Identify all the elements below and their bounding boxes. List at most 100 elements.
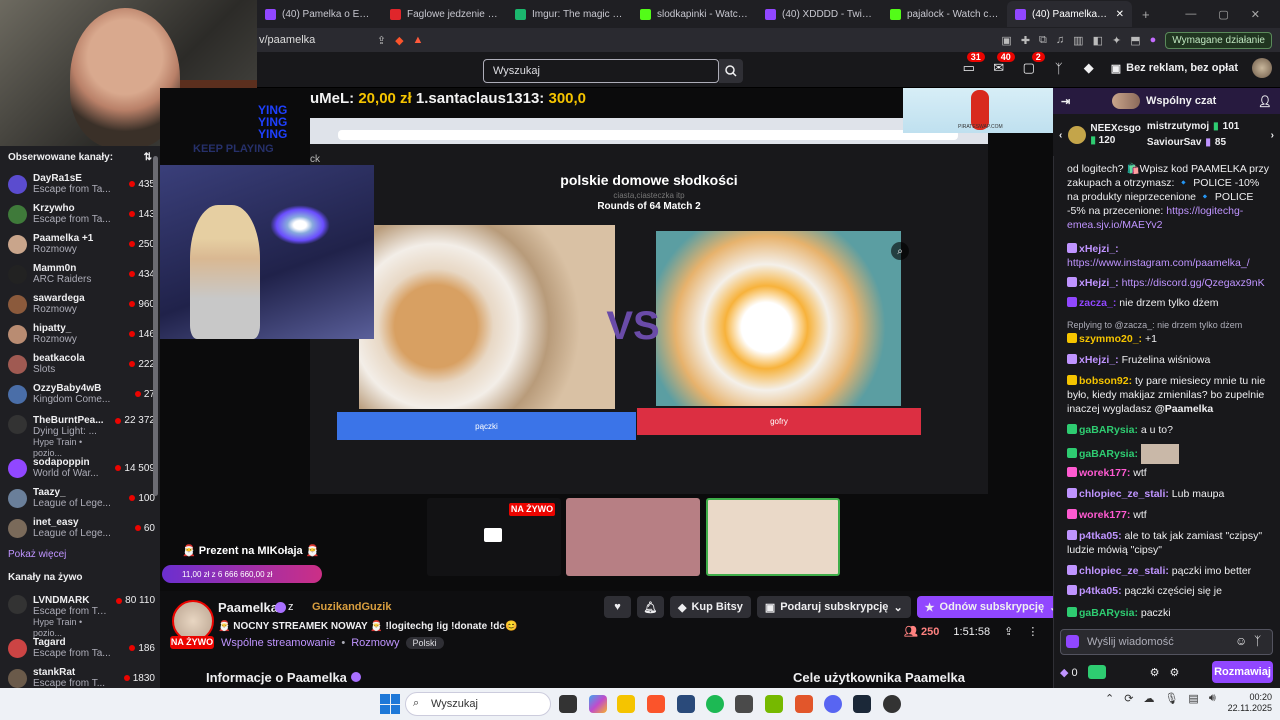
copilot-icon[interactable]: [589, 695, 607, 713]
tray-app-icon[interactable]: ⟳: [1124, 692, 1133, 705]
address-bar[interactable]: v/paamelka ⇪ ◆ ▲ ▣ ✚ ⧉ ♫ ▥ ◧ ✦ ⬒ ● Wymag…: [257, 28, 1280, 52]
collapse-chat-icon[interactable]: ⇥: [1061, 95, 1070, 108]
sidebar-channel-item[interactable]: hipatty_ Rozmowy 146: [0, 319, 160, 349]
inbox-icon[interactable]: ✉ 40: [991, 52, 1015, 76]
chevron-left-icon[interactable]: ‹: [1059, 130, 1062, 141]
search-input[interactable]: Wyszukaj: [483, 59, 719, 83]
brave-shield-icon[interactable]: ◆: [395, 34, 403, 47]
taskbar-search-input[interactable]: Wyszukaj: [405, 692, 551, 716]
chat-username[interactable]: chlopiec_ze_stali:: [1079, 488, 1169, 500]
vpn-icon[interactable]: ●: [1150, 34, 1157, 46]
sidebar-scrollbar[interactable]: [153, 156, 158, 496]
required-action-button[interactable]: Wymagane działanie: [1165, 31, 1272, 49]
leader-item[interactable]: NEEXcsgo ▮ 120: [1068, 123, 1141, 147]
browser-tab[interactable]: (40) XDDDD - Twitch: [757, 1, 882, 27]
chat-username[interactable]: xHejzi_:: [1079, 243, 1119, 255]
show-more-link[interactable]: Pokaż więcej: [0, 543, 160, 566]
cohost-tile-3[interactable]: [706, 498, 840, 576]
browser-tab[interactable]: slodkapinki - Watch clips o: [632, 1, 757, 27]
sidebar-channel-item[interactable]: inet_easy League of Lege... 60: [0, 513, 160, 543]
language-tag[interactable]: Polski: [405, 637, 444, 649]
chat-username[interactable]: zacza_:: [1079, 297, 1116, 309]
sidebar-channel-item[interactable]: sawardega Rozmowy 960: [0, 289, 160, 319]
sidebar-channel-item[interactable]: Mamm0n ARC Raiders 434: [0, 259, 160, 289]
volume-icon[interactable]: 🔊︎: [1209, 692, 1216, 705]
more-options-icon[interactable]: ⋮: [1027, 625, 1038, 638]
spotify-icon[interactable]: [706, 695, 724, 713]
steam-icon[interactable]: [853, 695, 871, 713]
browser-tab[interactable]: (40) Pamelka o Ewie - Twit: [257, 1, 382, 27]
file-explorer-icon[interactable]: [617, 695, 635, 713]
chat-username[interactable]: bobson92:: [1079, 375, 1132, 387]
cloud-icon[interactable]: ☁: [1143, 692, 1154, 705]
leader-item[interactable]: SaviourSav ▮ 85: [1147, 135, 1239, 151]
discord-icon[interactable]: [824, 695, 842, 713]
chat-username[interactable]: xHejzi_:: [1079, 277, 1119, 289]
rewards-icon[interactable]: ▲: [413, 34, 424, 46]
cohost-name[interactable]: GuzikandGuzik: [312, 601, 391, 613]
chevron-up-icon[interactable]: ⌃: [1105, 692, 1114, 705]
settings-icon[interactable]: ⚙: [1170, 666, 1180, 679]
sidebar-channel-item[interactable]: DayRa1sE Escape from Ta... 435: [0, 169, 160, 199]
buy-bits-button[interactable]: ◆ Kup Bitsy: [670, 596, 751, 618]
close-tab-icon[interactable]: ✕: [1116, 9, 1124, 20]
brave-browser-icon[interactable]: [647, 695, 665, 713]
bits-icon[interactable]: ᛉ: [1254, 634, 1261, 648]
url-text[interactable]: v/paamelka: [259, 34, 315, 46]
microphone-icon[interactable]: 🎙︎: [1164, 692, 1178, 705]
tools-icon[interactable]: ⚙: [1150, 666, 1160, 679]
sidebar-channel-item[interactable]: beatkacola Slots 222: [0, 349, 160, 379]
browser-tab[interactable]: Faglowe jedzenie | UwUFU: [382, 1, 507, 27]
obs-icon[interactable]: [883, 695, 901, 713]
chat-username[interactable]: worek177:: [1079, 509, 1130, 521]
sidebar-channel-item[interactable]: TheBurntPea... Dying Light: ... Hype Train…: [0, 409, 160, 458]
nvidia-icon[interactable]: [765, 695, 783, 713]
sidebar-channel-item[interactable]: sodapoppin World of War... 14 509: [0, 453, 160, 483]
streamer-name[interactable]: Paamelka: [218, 600, 278, 615]
chevron-right-icon[interactable]: ›: [1271, 130, 1274, 141]
notification-bell-button[interactable]: 🔔︎: [637, 596, 664, 618]
windows-start-icon[interactable]: [380, 694, 400, 714]
turbo-button[interactable]: ▣ Bez reklam, bez opłat: [1111, 62, 1238, 75]
task-view-icon[interactable]: [559, 695, 577, 713]
browser-tab[interactable]: (40) Paamelka - Twitch ✕: [1007, 1, 1132, 27]
channel-points[interactable]: ◆ 0: [1060, 666, 1078, 679]
sidebar-channel-item[interactable]: Krzywho Escape from Ta... 143: [0, 199, 160, 229]
share-icon[interactable]: ⇪: [1004, 625, 1013, 638]
chat-username[interactable]: worek177:: [1079, 467, 1130, 479]
chat-username[interactable]: xHejzi_:: [1079, 354, 1119, 366]
sidebar-channel-item[interactable]: Taazy_ League of Lege... 100: [0, 483, 160, 513]
network-icon[interactable]: ▤: [1188, 692, 1198, 705]
notifications-icon[interactable]: ▭ 31: [961, 52, 985, 76]
emote-icon[interactable]: ☺: [1235, 634, 1247, 648]
shared-stream-link[interactable]: Wspólne streamowanie: [221, 637, 335, 649]
sort-icon[interactable]: ⇅: [144, 152, 152, 163]
chat-username[interactable]: szymmo20_:: [1079, 333, 1142, 345]
chat-badge-icon[interactable]: [1066, 635, 1079, 648]
sidebar-channel-item[interactable]: LVNDMARK Escape from Ta... Hype Train • po…: [0, 589, 160, 638]
renew-sub-button[interactable]: ★Odnów subskrypcję⌄: [916, 596, 1067, 618]
user-avatar[interactable]: [1252, 58, 1272, 78]
cohost-tile-2[interactable]: [566, 498, 700, 576]
send-chat-button[interactable]: Rozmawiaj: [1212, 661, 1273, 683]
chat-username[interactable]: p4tka05:: [1079, 530, 1122, 542]
brave-icon[interactable]: [795, 695, 813, 713]
category-link[interactable]: Rozmowy: [351, 637, 399, 649]
puzzle-icon[interactable]: ✚: [1021, 34, 1030, 47]
minimize-icon[interactable]: —: [1185, 8, 1196, 21]
sidebar-channel-item[interactable]: stankRat Escape from T... 1830: [0, 663, 160, 688]
search-button[interactable]: [719, 59, 743, 83]
users-icon[interactable]: 👤︎: [1258, 95, 1272, 108]
sidebar-icon[interactable]: ◧: [1093, 34, 1103, 47]
taskbar-clock[interactable]: 00:20 22.11.2025: [1222, 692, 1272, 714]
new-tab-button[interactable]: +: [1132, 7, 1160, 22]
whispers-icon[interactable]: ▢ 2: [1021, 52, 1045, 76]
chat-link[interactable]: https://www.instagram.com/paamelka_/: [1067, 257, 1250, 269]
chat-username[interactable]: gaBARysia:: [1079, 607, 1138, 619]
leo-ai-icon[interactable]: ✦: [1112, 34, 1121, 47]
gift-sub-button[interactable]: ▣ Podaruj subskrypcję ⌄: [756, 596, 911, 618]
extension-icon[interactable]: ▣: [1001, 34, 1011, 47]
follow-heart-button[interactable]: ♥: [604, 596, 631, 618]
app-icon[interactable]: [677, 695, 695, 713]
sidebar-channel-item[interactable]: Paamelka +1 Rozmowy 250: [0, 229, 160, 259]
